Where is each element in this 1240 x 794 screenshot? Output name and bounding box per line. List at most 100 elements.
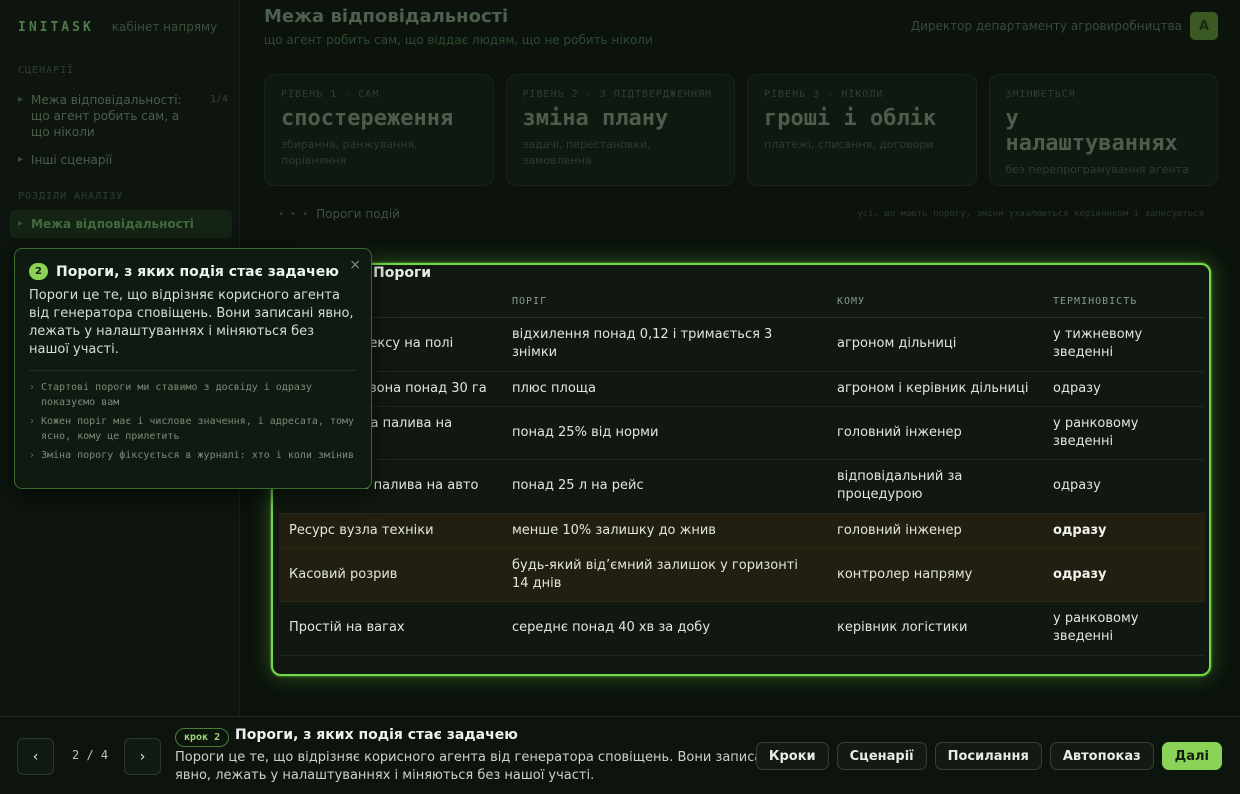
card-description: задачі, перестановки, замовлення <box>522 138 651 167</box>
close-icon[interactable]: × <box>349 257 361 273</box>
level-card[interactable]: Рівень 2 · з підтвердженням зміна плану … <box>505 74 735 186</box>
cell-recipient: відповідальний за процедурою <box>827 459 1043 514</box>
table-row[interactable]: Перевитрата палива на техніці понад 25% … <box>279 406 1205 460</box>
next-button[interactable]: Далі <box>1161 742 1222 770</box>
cell-recipient: контролер напряму <box>827 548 1043 602</box>
breadcrumb-dots: • • • <box>278 208 309 220</box>
step-badge: крок 2 <box>175 728 230 747</box>
cell-threshold: будь-який від’ємний залишок у горизонті … <box>502 548 827 602</box>
cell-recipient: головний інженер <box>827 513 1043 549</box>
scenarios-button[interactable]: Сценарії <box>836 742 927 770</box>
chevron-right-icon: ▸ <box>18 154 24 165</box>
cell-recipient: керівник логістики <box>827 601 1043 656</box>
cell-threshold: плюс площа <box>502 371 827 407</box>
breadcrumb-label[interactable]: Пороги подій <box>316 207 400 221</box>
cell-threshold: понад 25 л на рейс <box>502 459 827 514</box>
table-row[interactable]: Падіння індексу на полі відхилення понад… <box>279 317 1205 372</box>
tour-tooltip: 2 Пороги, з яких подія стає задачею × По… <box>14 248 372 489</box>
card-description: платежі, списання, договори <box>764 138 934 151</box>
level-card[interactable]: Рівень 1 · сам спостереження збирання, р… <box>264 74 494 186</box>
sidebar-item-label: Межа відповідальності: що агент робить с… <box>31 93 182 139</box>
next-step-button[interactable]: › <box>124 738 161 775</box>
table-row-highlighted[interactable]: Касовий розрив будь-який від’ємний залиш… <box>279 548 1205 602</box>
breadcrumb-note: усі, що мають порогу, зміни ухвалюються … <box>857 209 1204 219</box>
chevron-right-icon: ▸ <box>18 94 24 105</box>
page-header: Межа відповідальності що агент робить са… <box>264 6 653 47</box>
column-header-recipient: Кому <box>827 287 1043 318</box>
tooltip-note: Зміна порогу фіксується в журналі: хто і… <box>29 448 357 463</box>
cell-event: Ресурс вузла техніки <box>279 513 502 549</box>
tooltip-body: Пороги це те, що відрізняє корисного аге… <box>29 288 354 357</box>
cell-urgency: одразу <box>1043 459 1205 514</box>
thresholds-panel: Пороги Подія Поріг Кому Терміновість Пад… <box>271 263 1211 676</box>
brand-logo[interactable]: INITASK <box>18 20 94 35</box>
sidebar-item-label: Інші сценарії <box>31 153 113 167</box>
cell-threshold: середнє понад 40 хв за добу <box>502 601 827 656</box>
card-title: гроші і облік <box>764 106 937 131</box>
page-subtitle: що агент робить сам, що віддає людям, що… <box>264 33 653 47</box>
prev-step-button[interactable]: ‹ <box>17 738 54 775</box>
steps-button[interactable]: Кроки <box>755 742 829 770</box>
sidebar-item-active[interactable]: ▸ Межа відповідальності <box>10 210 232 238</box>
tooltip-note: Кожен поріг має і числове значення, і ад… <box>29 414 357 444</box>
cell-recipient: агроном і керівник дільниці <box>827 371 1043 407</box>
table-row[interactable]: Простій на вагах середнє понад 40 хв за … <box>279 601 1205 656</box>
sidebar-item-label: Межа відповідальності <box>31 217 194 231</box>
card-title: спостереження <box>281 106 454 131</box>
cell-urgency: одразу <box>1043 548 1205 602</box>
cell-urgency: у ранковому зведенні <box>1043 601 1205 656</box>
panel-title: Пороги <box>373 265 432 281</box>
cell-urgency: одразу <box>1043 513 1205 549</box>
avatar[interactable]: А <box>1190 12 1218 40</box>
card-description: збирання, ранжування, порівняння <box>281 138 418 167</box>
table-row[interactable]: Проблемна зона понад 30 га плюс площа аг… <box>279 371 1205 407</box>
tooltip-note: Стартові пороги ми ставимо з досвіду і о… <box>29 380 357 410</box>
chevron-right-icon: ▸ <box>18 218 24 229</box>
brand: INITASK кабінет напряму <box>18 20 217 35</box>
tooltip-header: 2 Пороги, з яких подія стає задачею <box>29 263 357 280</box>
card-description: без перепрограмування агента <box>1005 163 1189 176</box>
cell-event: Касовий розрив <box>279 548 502 602</box>
table-row-highlighted[interactable]: Ресурс вузла техніки менше 10% залишку д… <box>279 513 1205 549</box>
links-button[interactable]: Посилання <box>934 742 1042 770</box>
cell-threshold: відхилення понад 0,12 і тримається 3 зні… <box>502 317 827 372</box>
step-counter: 2 / 4 <box>72 748 109 762</box>
autoplay-button[interactable]: Автопоказ <box>1049 742 1154 770</box>
column-header-urgency: Терміновість <box>1043 287 1205 318</box>
level-card[interactable]: Рівень 3 · ніколи гроші і облік платежі,… <box>747 74 977 186</box>
sidebar-item-other-scenarios[interactable]: ▸ Інші сценарії <box>18 152 228 168</box>
thresholds-table: Подія Поріг Кому Терміновість Падіння ін… <box>279 287 1205 656</box>
cell-recipient: головний інженер <box>827 406 1043 460</box>
cell-urgency: у ранковому зведенні <box>1043 406 1205 460</box>
card-kicker: Рівень 3 · ніколи <box>764 89 884 100</box>
chevron-right-icon: › <box>139 748 146 765</box>
tooltip-divider <box>29 370 357 371</box>
sidebar-section-scenarios: Сценарії <box>18 65 75 76</box>
cell-threshold: менше 10% залишку до жнив <box>502 513 827 549</box>
step-description: Пороги це те, що відрізняє корисного аге… <box>175 750 775 783</box>
sidebar-section-analysis: Розділи аналізу <box>18 191 124 202</box>
tour-bar: ‹ 2 / 4 › крок 2 Пороги, з яких подія ст… <box>0 716 1240 794</box>
level-cards: Рівень 1 · сам спостереження збирання, р… <box>264 74 1218 186</box>
cell-threshold: понад 25% від норми <box>502 406 827 460</box>
page-title: Межа відповідальності <box>264 6 509 27</box>
chevron-left-icon: ‹ <box>32 748 39 765</box>
card-kicker: Змінюється <box>1005 89 1076 100</box>
user-menu[interactable]: Директор департаменту агровиробництва А <box>911 12 1218 40</box>
cell-event: Простій на вагах <box>279 601 502 656</box>
step-title: Пороги, з яких подія стає задачею <box>235 727 518 743</box>
table-row[interactable]: Розбіжність палива на авто понад 25 л на… <box>279 459 1205 514</box>
cell-urgency: у тижневому зведенні <box>1043 317 1205 372</box>
card-kicker: Рівень 2 · з підтвердженням <box>522 89 713 100</box>
card-title: зміна плану <box>522 106 669 131</box>
tour-actions: Кроки Сценарії Посилання Автопоказ Далі <box>755 742 1222 770</box>
card-kicker: Рівень 1 · сам <box>281 89 380 100</box>
column-header-threshold: Поріг <box>502 287 827 318</box>
level-card[interactable]: Змінюється у налаштуваннях без перепрогр… <box>988 74 1218 186</box>
sidebar-item-count: 1/4 <box>209 94 228 105</box>
card-title: у налаштуваннях <box>1005 106 1178 156</box>
user-role: Директор департаменту агровиробництва <box>910 19 1182 33</box>
sidebar-item-scenario-1[interactable]: ▸ Межа відповідальності: що агент робить… <box>18 92 228 140</box>
tooltip-title: Пороги, з яких подія стає задачею <box>56 263 339 280</box>
brand-subtitle: кабінет напряму <box>111 20 218 34</box>
